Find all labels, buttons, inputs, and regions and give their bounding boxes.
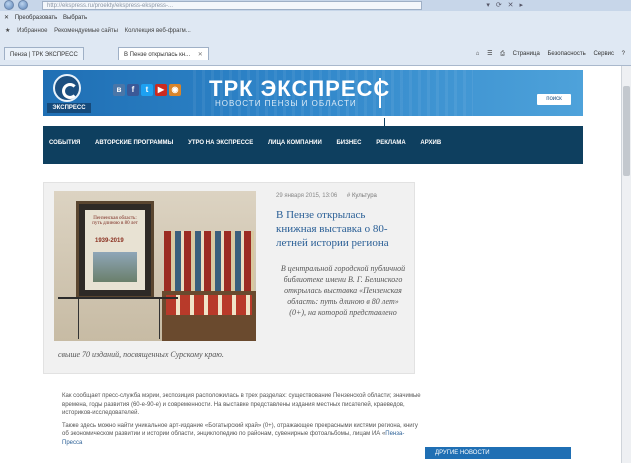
address-bar[interactable]: http://ekspress.ru/proekty/ekspress-eksp… bbox=[42, 1, 422, 10]
poster-text: Пензенская область: путь длиною в 80 лет bbox=[92, 216, 138, 226]
photo-bookshelf bbox=[164, 231, 254, 291]
command-bar: ⌂ ☰ ⎙ Страница Безопасность Сервис ? bbox=[470, 47, 625, 61]
print-icon[interactable]: ⎙ bbox=[500, 51, 505, 57]
brand-subtitle: НОВОСТИ ПЕНЗЫ И ОБЛАСТИ bbox=[215, 99, 357, 108]
nav-item-archive[interactable]: АРХИВ bbox=[420, 140, 441, 146]
scroll-thumb[interactable] bbox=[623, 86, 630, 176]
facebook-icon[interactable]: f bbox=[127, 84, 139, 96]
poster-years: 1939-2019 bbox=[95, 238, 124, 244]
help-icon[interactable]: ? bbox=[622, 51, 625, 57]
featured-article: Пензенская область: путь длиною в 80 лет… bbox=[43, 182, 415, 374]
article-lead-continued: свыше 70 изданий, посвященных Сурскому к… bbox=[58, 350, 224, 359]
brand-divider bbox=[379, 78, 381, 108]
tab-bar: Пенза | ТРК ЭКСПРЕСС В Пензе открылась к… bbox=[0, 47, 631, 61]
favorites-item-webslice[interactable]: Коллекция веб-фрагм... bbox=[125, 28, 191, 34]
photo-frame: Пензенская область: путь длиною в 80 лет… bbox=[76, 201, 154, 299]
nav-item-author-programs[interactable]: АВТОРСКИЕ ПРОГРАММЫ bbox=[95, 140, 173, 146]
tab-penza[interactable]: Пенза | ТРК ЭКСПРЕСС bbox=[4, 47, 84, 60]
article-photo[interactable]: Пензенская область: путь длиною в 80 лет… bbox=[54, 191, 256, 341]
vertical-scrollbar[interactable] bbox=[621, 66, 631, 463]
photo-stand bbox=[58, 297, 178, 341]
logo-text[interactable]: ЭКСПРЕСС bbox=[47, 103, 91, 113]
article-paragraph: Также здесь можно найти уникальное арт-и… bbox=[62, 422, 422, 448]
cmd-security[interactable]: Безопасность bbox=[547, 51, 585, 57]
nav-item-faces[interactable]: ЛИЦА КОМПАНИИ bbox=[268, 140, 322, 146]
favorites-item-suggested[interactable]: Рекомендуемые сайты bbox=[54, 28, 118, 34]
nav-item-business[interactable]: БИЗНЕС bbox=[336, 140, 361, 146]
site-header: ЭКСПРЕСС в f t ▶ ◉ ТРК ЭКСПРЕСС НОВОСТИ ПЕНЗ… bbox=[43, 70, 583, 116]
browser-chrome: http://ekspress.ru/proekty/ekspress-eksp… bbox=[0, 0, 631, 66]
twitter-icon[interactable]: t bbox=[141, 84, 153, 96]
forward-icon[interactable] bbox=[18, 0, 28, 10]
other-news-header[interactable]: ДРУГИЕ НОВОСТИ bbox=[425, 447, 571, 459]
nav-item-morning[interactable]: УТРО НА ЭКСПРЕССЕ bbox=[188, 140, 253, 146]
favorites-bar: ★ Избранное Рекомендуемые сайты Коллекци… bbox=[0, 25, 631, 37]
logo-icon[interactable] bbox=[53, 74, 81, 102]
home-icon[interactable]: ⌂ bbox=[476, 51, 480, 57]
article-meta: 29 января 2015, 13:06 # Культура bbox=[276, 193, 377, 199]
article-category[interactable]: # Культура bbox=[347, 193, 377, 199]
photo-poster: Пензенская область: путь длиною в 80 лет… bbox=[85, 210, 145, 290]
menu-bar: ✕ Преобразовать Выбрать bbox=[0, 13, 631, 24]
menu-close-icon[interactable]: ✕ bbox=[4, 15, 9, 21]
instagram-icon[interactable]: ◉ bbox=[169, 84, 181, 96]
search-button[interactable]: поиск bbox=[537, 94, 571, 105]
nav-item-events[interactable]: СОБЫТИЯ bbox=[49, 140, 80, 146]
vk-icon[interactable]: в bbox=[113, 84, 125, 96]
favorites-star-icon[interactable]: ★ bbox=[5, 28, 10, 34]
photo-display-cases bbox=[166, 295, 252, 315]
menu-item-convert[interactable]: Преобразовать bbox=[15, 15, 58, 21]
nav-top-stripe bbox=[43, 118, 583, 126]
article-lead: В центральной городской публичной библио… bbox=[280, 264, 406, 317]
feeds-icon[interactable]: ☰ bbox=[487, 51, 492, 57]
nav-items: СОБЫТИЯ АВТОРСКИЕ ПРОГРАММЫ УТРО НА ЭКСП… bbox=[49, 140, 454, 146]
tab-close-icon[interactable]: ✕ bbox=[198, 52, 203, 58]
article-paragraph: Как сообщает пресс-служба мэрии, экспози… bbox=[62, 393, 421, 416]
nav-marker bbox=[384, 118, 385, 136]
nav-item-ads[interactable]: РЕКЛАМА bbox=[376, 140, 406, 146]
cmd-tools[interactable]: Сервис bbox=[593, 51, 614, 57]
article-date: 29 января 2015, 13:06 bbox=[276, 193, 338, 199]
back-icon[interactable] bbox=[4, 0, 14, 10]
tab-label: В Пензе открылась кн... bbox=[124, 52, 191, 58]
category-label: Культура bbox=[351, 193, 377, 199]
menu-item-select[interactable]: Выбрать bbox=[63, 15, 87, 21]
address-actions[interactable]: ▾ ⟳ ✕ ▸ bbox=[486, 1, 525, 9]
article-title[interactable]: В Пензе открылась книжная выставка о 80-… bbox=[276, 208, 408, 250]
youtube-icon[interactable]: ▶ bbox=[155, 84, 167, 96]
tab-book-exhibition[interactable]: В Пензе открылась кн... ✕ bbox=[118, 47, 209, 60]
main-nav: СОБЫТИЯ АВТОРСКИЕ ПРОГРАММЫ УТРО НА ЭКСП… bbox=[43, 118, 583, 164]
favorites-button[interactable]: Избранное bbox=[17, 28, 47, 34]
article-body: Как сообщает пресс-служба мэрии, экспози… bbox=[62, 392, 422, 451]
cmd-page[interactable]: Страница bbox=[513, 51, 540, 57]
poster-image bbox=[93, 252, 137, 282]
tab-label: Пенза | ТРК ЭКСПРЕСС bbox=[10, 52, 78, 58]
title-bar: http://ekspress.ru/proekty/ekspress-eksp… bbox=[0, 0, 631, 11]
paragraph-text: Также здесь можно найти уникальное арт-и… bbox=[62, 422, 418, 438]
